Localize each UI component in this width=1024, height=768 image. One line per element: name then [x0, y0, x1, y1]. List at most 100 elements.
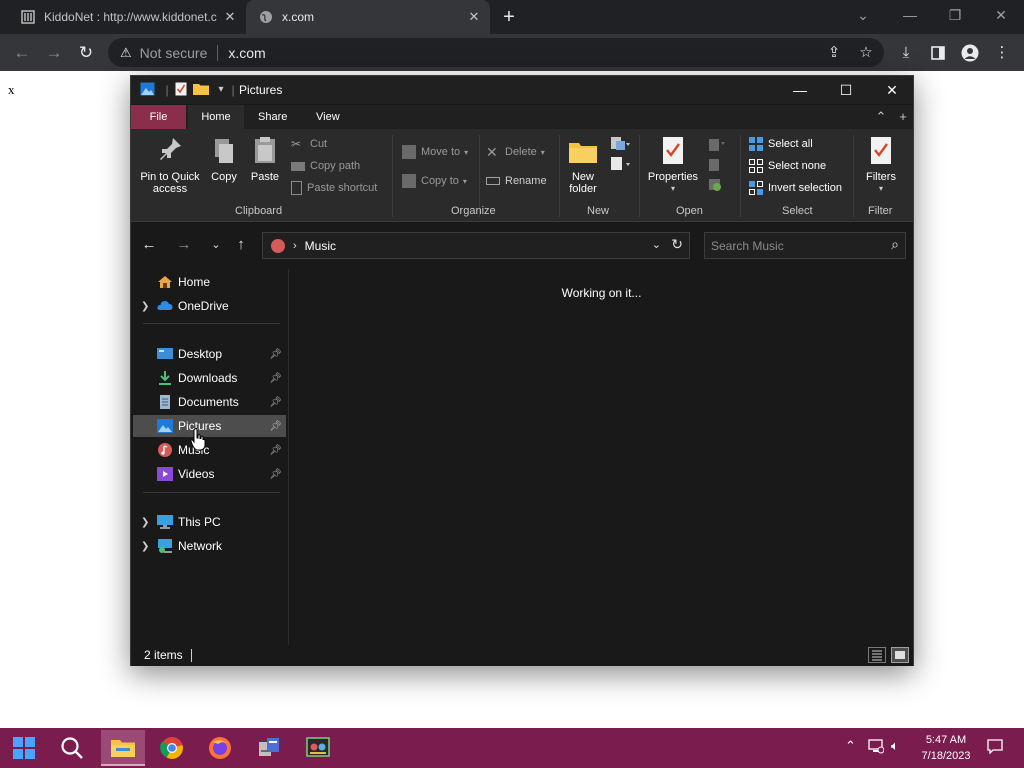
- tab-view[interactable]: View: [304, 105, 352, 129]
- nav-item-documents[interactable]: Documents 📌︎: [133, 391, 286, 413]
- search-input[interactable]: [711, 238, 871, 254]
- reload-icon[interactable]: ↻: [74, 41, 98, 65]
- url-text[interactable]: x.com: [228, 45, 265, 61]
- close-tab-icon[interactable]: ✕: [222, 9, 238, 25]
- address-path[interactable]: Music: [305, 239, 336, 253]
- pin-icon[interactable]: 📌︎: [269, 469, 282, 480]
- new-item-button[interactable]: [607, 135, 633, 178]
- nav-item-music[interactable]: Music 📌︎: [133, 439, 286, 461]
- expand-chevron-icon[interactable]: ❯: [141, 301, 151, 312]
- nav-item-videos[interactable]: Videos 📌︎: [133, 463, 286, 485]
- rename-button[interactable]: Rename: [486, 172, 547, 190]
- pin-icon[interactable]: 📌︎: [269, 421, 282, 432]
- tab-share[interactable]: Share: [246, 105, 299, 129]
- new-tab-button[interactable]: +: [498, 6, 520, 28]
- copy-path-button[interactable]: Copy path: [291, 157, 360, 175]
- system-clock[interactable]: 5:47 AM 7/18/2023: [918, 732, 974, 764]
- back-icon[interactable]: ←: [139, 235, 159, 255]
- filters-button[interactable]: Filters ▾: [859, 135, 903, 195]
- pin-icon[interactable]: 📌︎: [269, 445, 282, 456]
- warning-icon[interactable]: ⚠: [120, 45, 132, 61]
- pin-icon[interactable]: 📌︎: [269, 349, 282, 360]
- search-icon[interactable]: ⌕: [891, 236, 899, 253]
- browser-tab-strip: KiddoNet : http://www.kiddonet.c ✕ x.com…: [0, 0, 1024, 34]
- paste-shortcut-button[interactable]: Paste shortcut: [291, 179, 377, 197]
- share-icon[interactable]: ⇪: [822, 41, 846, 65]
- large-icons-view-icon[interactable]: [891, 647, 909, 663]
- network-status-icon[interactable]: [868, 738, 885, 757]
- nav-item-desktop[interactable]: Desktop 📌︎: [133, 343, 286, 365]
- firefox-icon[interactable]: [198, 730, 242, 766]
- properties-check-icon[interactable]: [173, 82, 189, 98]
- forward-icon[interactable]: →: [42, 41, 66, 65]
- tab-search-icon[interactable]: ⌄: [849, 4, 877, 26]
- start-windows-icon[interactable]: [2, 730, 46, 766]
- select-none-button[interactable]: Select none: [749, 157, 826, 175]
- properties-button[interactable]: Properties ▾: [645, 135, 701, 195]
- invert-selection-button[interactable]: Invert selection: [749, 179, 842, 197]
- copy-button[interactable]: Copy: [207, 135, 241, 183]
- minimize-icon[interactable]: —: [896, 4, 924, 26]
- chevron-right-icon[interactable]: ›: [293, 240, 297, 252]
- pin-quick-access-button[interactable]: Pin to Quick access: [137, 135, 203, 195]
- file-explorer-taskbar-icon[interactable]: [101, 730, 145, 766]
- app-monitor-icon[interactable]: [296, 730, 340, 766]
- tab-x-com[interactable]: x.com ✕: [246, 0, 490, 34]
- copy-to-button[interactable]: Copy to ▾: [402, 172, 467, 190]
- pin-icon[interactable]: 📌︎: [269, 373, 282, 384]
- expand-chevron-icon[interactable]: ❯: [141, 541, 151, 552]
- tab-home[interactable]: Home: [188, 105, 244, 129]
- menu-kebab-icon[interactable]: ⋮: [990, 41, 1014, 65]
- show-hidden-icons-chevron-icon[interactable]: ⌃: [845, 738, 856, 754]
- close-tab-icon[interactable]: ✕: [466, 9, 482, 25]
- ribbon-divider: [559, 135, 560, 217]
- side-panel-icon[interactable]: [926, 41, 950, 65]
- pin-icon[interactable]: 📌︎: [269, 397, 282, 408]
- close-icon[interactable]: ✕: [869, 76, 915, 104]
- restore-icon[interactable]: ❐: [941, 4, 969, 26]
- search-icon[interactable]: [50, 730, 94, 766]
- nav-item-pictures[interactable]: Pictures 📌︎: [133, 415, 286, 437]
- up-icon[interactable]: ↑: [231, 235, 251, 255]
- app-server-icon[interactable]: [247, 730, 291, 766]
- nav-item-this-pc[interactable]: ❯ This PC: [133, 511, 286, 533]
- details-view-icon[interactable]: [868, 647, 886, 663]
- recent-locations-icon[interactable]: ⌄: [206, 235, 226, 255]
- nav-item-downloads[interactable]: Downloads 📌︎: [133, 367, 286, 389]
- search-box[interactable]: ⌕: [704, 232, 906, 259]
- chrome-icon[interactable]: [150, 730, 194, 766]
- chevron-down-icon[interactable]: ⌄: [652, 238, 661, 251]
- pictures-app-icon[interactable]: [139, 82, 155, 98]
- collapse-ribbon-icon[interactable]: ⌃: [873, 109, 889, 125]
- cut-button[interactable]: ✂ Cut: [291, 135, 327, 153]
- delete-button[interactable]: ✕ Delete ▾: [486, 143, 545, 161]
- tab-kiddonet[interactable]: KiddoNet : http://www.kiddonet.c ✕: [12, 0, 246, 34]
- nav-item-network[interactable]: ❯ Network: [133, 535, 286, 557]
- nav-item-home[interactable]: Home: [133, 271, 286, 293]
- notifications-icon[interactable]: [987, 738, 1003, 757]
- help-plus-icon[interactable]: +: [895, 109, 911, 124]
- volume-icon[interactable]: 🔈︎: [891, 738, 899, 754]
- open-actions-button[interactable]: [705, 135, 729, 198]
- tab-file[interactable]: File: [131, 105, 186, 129]
- file-list-area[interactable]: Working on it...: [290, 269, 913, 647]
- maximize-icon[interactable]: ☐: [823, 76, 869, 104]
- new-folder-button[interactable]: New folder: [565, 135, 601, 195]
- back-icon[interactable]: ←: [10, 41, 34, 65]
- paste-button[interactable]: Paste: [247, 135, 283, 183]
- explorer-address-bar[interactable]: › Music ⌄ ↻: [262, 232, 690, 259]
- forward-icon[interactable]: →: [174, 235, 194, 255]
- bookmark-star-icon[interactable]: ☆: [854, 41, 878, 65]
- address-bar[interactable]: ⚠ Not secure x.com: [108, 38, 884, 67]
- new-folder-quick-icon[interactable]: [193, 82, 209, 98]
- invert-selection-label: Invert selection: [768, 182, 842, 194]
- select-all-button[interactable]: Select all: [749, 135, 813, 153]
- profile-icon[interactable]: [958, 41, 982, 65]
- download-icon[interactable]: ⤓: [894, 41, 918, 65]
- refresh-icon[interactable]: ↻: [671, 236, 683, 253]
- expand-chevron-icon[interactable]: ❯: [141, 517, 151, 528]
- move-to-button[interactable]: Move to ▾: [402, 143, 468, 161]
- close-window-icon[interactable]: ✕: [987, 4, 1015, 26]
- nav-item-onedrive[interactable]: ❯ OneDrive: [133, 295, 286, 317]
- minimize-icon[interactable]: —: [777, 76, 823, 104]
